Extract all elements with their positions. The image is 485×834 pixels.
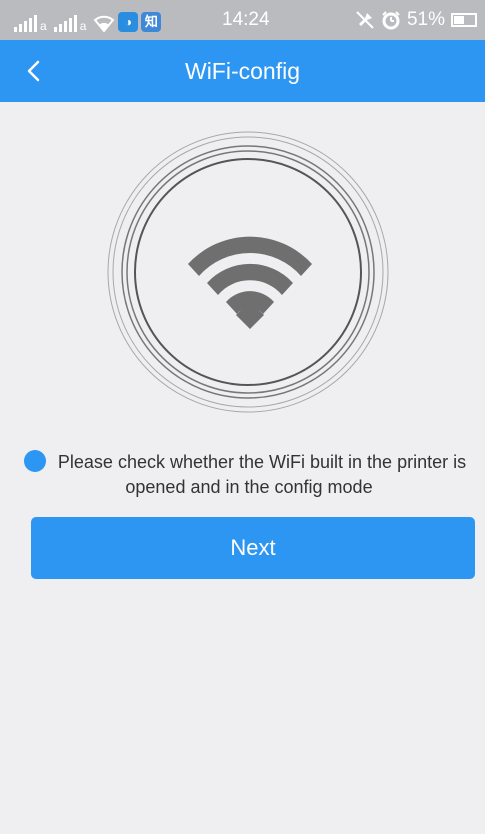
zhihu-app-icon: 知 [141, 12, 162, 32]
status-right-group: 51% [355, 8, 477, 32]
app-notification-icon: ◑ [118, 12, 139, 32]
wifi-illustration [107, 131, 389, 413]
network-type-label: a [79, 19, 87, 33]
battery-level-fill [454, 16, 465, 24]
wifi-icon [188, 236, 312, 329]
signal-icon [53, 14, 77, 32]
status-left-group: a a ◑ 知 [14, 8, 162, 33]
wifi-icon [93, 15, 115, 32]
page-title: WiFi-config [184, 58, 300, 84]
status-bar: a a ◑ 知 14:24 51% [0, 0, 485, 40]
network-type-label: a [40, 19, 47, 33]
status-time: 14:24 [222, 9, 270, 30]
mute-icon [356, 11, 374, 29]
hint-text: Please check whether the WiFi built in t… [57, 452, 467, 497]
alarm-icon [382, 11, 400, 30]
battery-icon [451, 13, 477, 27]
nav-bar: WiFi-config [0, 40, 485, 102]
next-button[interactable]: Next [31, 517, 475, 579]
battery-percent: 51% [406, 9, 445, 30]
signal-icon [14, 14, 37, 32]
